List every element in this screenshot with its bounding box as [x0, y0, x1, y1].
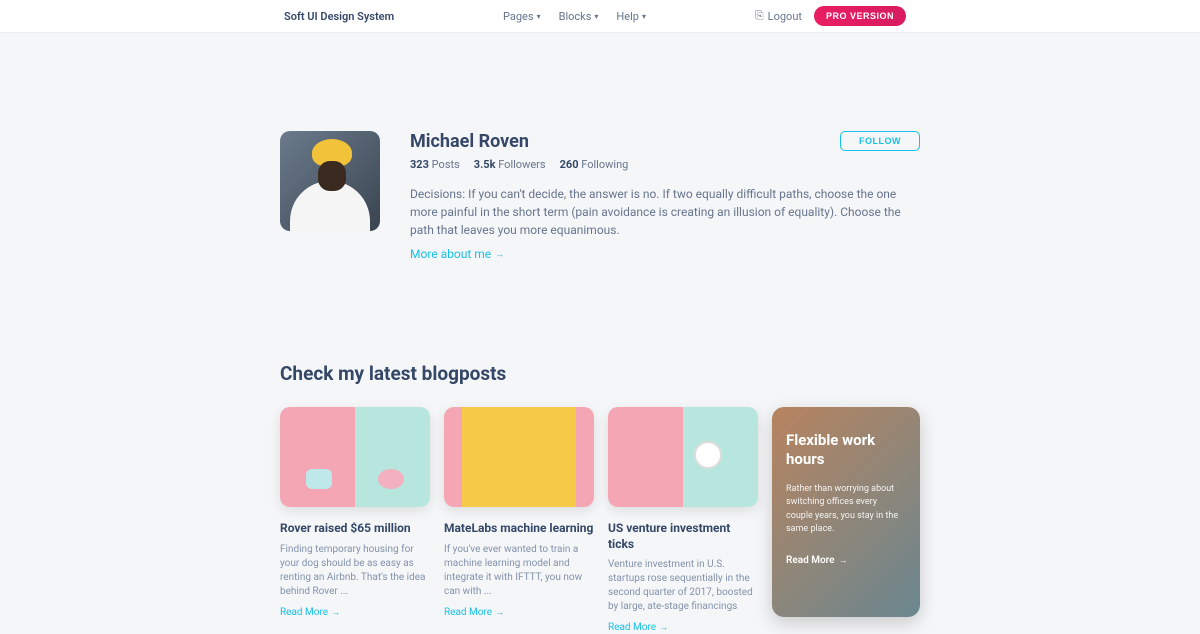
- blog-card-desc: Venture investment in U.S. startups rose…: [608, 558, 758, 614]
- stat-followers: 3.5k Followers: [474, 158, 546, 171]
- navbar: Soft UI Design System Pages▾ Blocks▾ Hel…: [0, 0, 1200, 33]
- profile-body: Michael Roven FOLLOW 323 Posts 3.5k Foll…: [410, 131, 920, 262]
- stat-posts-l: Posts: [432, 158, 460, 171]
- stat-posts: 323 Posts: [410, 158, 460, 171]
- chevron-down-icon: ▾: [594, 12, 598, 21]
- read-more-link[interactable]: Read More→: [444, 607, 504, 618]
- nav-pages[interactable]: Pages▾: [503, 10, 541, 23]
- stat-followers-l: Followers: [498, 158, 545, 171]
- blog-card-title[interactable]: US venture investment ticks: [608, 521, 758, 552]
- profile-stats: 323 Posts 3.5k Followers 260 Following: [410, 158, 920, 171]
- arrow-right-icon: →: [331, 607, 340, 618]
- nav-blocks[interactable]: Blocks▾: [559, 10, 599, 23]
- blog-card-desc: If you've ever wanted to train a machine…: [444, 543, 594, 599]
- pro-version-button[interactable]: PRO VERSION: [814, 6, 906, 26]
- blog-thumb[interactable]: [444, 407, 594, 507]
- nav-blocks-label: Blocks: [559, 10, 592, 23]
- read-more-label: Read More: [280, 607, 328, 618]
- stat-posts-n: 323: [410, 158, 429, 171]
- read-more-label: Read More: [444, 607, 492, 618]
- overlay-read-more-label: Read More: [786, 555, 835, 566]
- more-about-label: More about me: [410, 247, 491, 261]
- blog-heading: Check my latest blogposts: [280, 362, 920, 385]
- blog-card: MateLabs machine learning If you've ever…: [444, 407, 594, 634]
- profile-bio: Decisions: If you can't decide, the answ…: [410, 185, 920, 239]
- overlay-desc: Rather than worrying about switching off…: [786, 483, 906, 537]
- arrow-right-icon: →: [839, 555, 848, 566]
- blog-cards: Rover raised $65 million Finding tempora…: [280, 407, 920, 634]
- overlay-read-more[interactable]: Read More →: [786, 555, 848, 566]
- read-more-link[interactable]: Read More→: [608, 622, 668, 633]
- logout-label: Logout: [768, 10, 802, 23]
- profile-name: Michael Roven: [410, 131, 529, 152]
- blog-card: Rover raised $65 million Finding tempora…: [280, 407, 430, 634]
- stat-following-l: Following: [581, 158, 628, 171]
- stat-followers-n: 3.5k: [474, 158, 496, 171]
- arrow-right-icon: →: [495, 249, 504, 260]
- brand[interactable]: Soft UI Design System: [284, 10, 394, 23]
- nav-right: ⎘ Logout PRO VERSION: [755, 6, 906, 26]
- arrow-right-icon: →: [659, 622, 668, 633]
- chevron-down-icon: ▾: [642, 12, 646, 21]
- blog-card-desc: Finding temporary housing for your dog s…: [280, 543, 430, 599]
- profile-head: Michael Roven FOLLOW: [410, 131, 920, 152]
- chevron-down-icon: ▾: [537, 12, 541, 21]
- nav-help[interactable]: Help▾: [616, 10, 646, 23]
- overlay-card[interactable]: Flexible work hours Rather than worrying…: [772, 407, 920, 617]
- nav-inner: Soft UI Design System Pages▾ Blocks▾ Hel…: [24, 6, 1176, 26]
- logout-link[interactable]: ⎘ Logout: [755, 9, 802, 23]
- arrow-right-icon: →: [495, 607, 504, 618]
- read-more-label: Read More: [608, 622, 656, 633]
- logout-icon: ⎘: [755, 9, 764, 23]
- nav-center: Pages▾ Blocks▾ Help▾: [503, 10, 646, 23]
- blog-card-title[interactable]: Rover raised $65 million: [280, 521, 430, 537]
- profile-section: Michael Roven FOLLOW 323 Posts 3.5k Foll…: [280, 131, 920, 262]
- main-container: Michael Roven FOLLOW 323 Posts 3.5k Foll…: [280, 33, 920, 634]
- stat-following: 260 Following: [560, 158, 629, 171]
- blog-thumb[interactable]: [608, 407, 758, 507]
- stat-following-n: 260: [560, 158, 579, 171]
- nav-help-label: Help: [616, 10, 639, 23]
- nav-pages-label: Pages: [503, 10, 534, 23]
- read-more-link[interactable]: Read More→: [280, 607, 340, 618]
- blog-card: US venture investment ticks Venture inve…: [608, 407, 758, 634]
- overlay-title: Flexible work hours: [786, 431, 906, 469]
- follow-button[interactable]: FOLLOW: [840, 131, 920, 151]
- more-about-link[interactable]: More about me →: [410, 247, 504, 261]
- blog-card-title[interactable]: MateLabs machine learning: [444, 521, 594, 537]
- blog-thumb[interactable]: [280, 407, 430, 507]
- avatar[interactable]: [280, 131, 380, 231]
